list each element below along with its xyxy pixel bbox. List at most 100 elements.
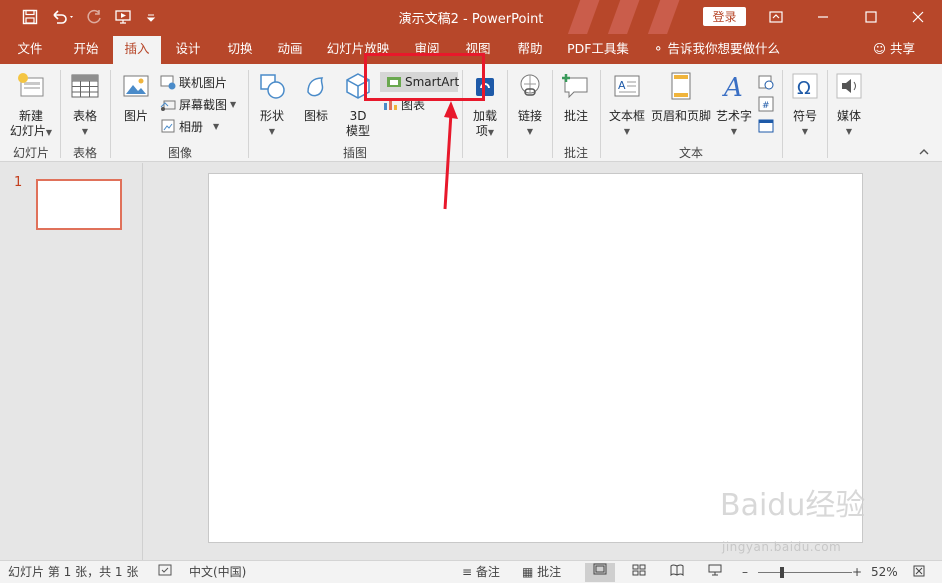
svg-text:A: A: [722, 73, 743, 102]
textbox-icon: A: [614, 75, 640, 97]
photo-album-button[interactable]: 相册 ▼: [160, 116, 219, 136]
3d-models-label-1: 3D: [349, 109, 367, 123]
zoom-out-icon[interactable]: –: [742, 564, 748, 581]
omega-icon: Ω: [792, 73, 818, 99]
tell-me-box[interactable]: ⚬ 告诉我你想要做什么: [653, 34, 780, 64]
tab-animations[interactable]: 动画: [268, 34, 312, 64]
picture-button[interactable]: 图片: [116, 70, 156, 124]
new-slide-button[interactable]: 新建 幻灯片▼: [6, 70, 56, 140]
separator: [248, 70, 249, 158]
wordart-button[interactable]: A 艺术字 ▼: [714, 70, 754, 139]
new-slide-label-2: 幻灯片: [9, 124, 46, 138]
maximize-icon[interactable]: [851, 0, 891, 34]
icons-label: 图标: [303, 109, 328, 123]
person-icon: ☺: [873, 41, 887, 56]
separator: [552, 70, 553, 158]
slide-number-button[interactable]: #: [758, 94, 777, 114]
save-icon[interactable]: [18, 6, 42, 28]
tab-pdf-tools[interactable]: PDF工具集: [562, 34, 634, 64]
date-time-button[interactable]: [758, 72, 777, 92]
normal-view-icon[interactable]: [585, 563, 615, 582]
fit-to-window-icon[interactable]: [912, 564, 926, 581]
zoom-percentage[interactable]: 52%: [871, 564, 898, 581]
online-picture-button[interactable]: 联机图片: [160, 72, 227, 92]
shapes-button[interactable]: 形状 ▼: [252, 70, 292, 139]
tab-transitions[interactable]: 切换: [218, 34, 262, 64]
table-label: 表格: [72, 109, 97, 123]
media-label: 媒体: [836, 109, 861, 123]
zoom-in-icon[interactable]: +: [852, 564, 862, 581]
svg-text:Ω: Ω: [797, 78, 811, 99]
group-label-tables: 表格: [72, 146, 97, 160]
symbol-label: 符号: [792, 109, 817, 123]
screenshot-button[interactable]: 屏幕截图 ▼: [160, 94, 236, 114]
zoom-slider[interactable]: [758, 564, 852, 581]
tab-insert[interactable]: 插入: [113, 36, 161, 64]
group-label-comments: 批注: [563, 146, 588, 160]
chevron-down-icon: ▼: [230, 99, 237, 109]
photo-album-label: 相册: [179, 119, 204, 134]
object-icon: [758, 119, 774, 133]
zoom-slider-thumb[interactable]: [780, 567, 785, 578]
object-button[interactable]: [758, 116, 777, 136]
share-button[interactable]: ☺ 共享: [873, 34, 915, 64]
start-from-beginning-icon[interactable]: [112, 6, 136, 28]
table-button[interactable]: 表格 ▼: [64, 70, 106, 139]
tab-file[interactable]: 文件: [8, 34, 52, 64]
picture-label: 图片: [123, 109, 148, 123]
chevron-down-icon: ▼: [45, 128, 53, 137]
icons-button[interactable]: 图标: [296, 70, 336, 124]
customize-qat-icon[interactable]: [143, 6, 159, 28]
login-button[interactable]: 登录: [703, 7, 746, 26]
wordart-label: 艺术字: [715, 109, 752, 123]
accessibility-icon[interactable]: [158, 564, 172, 581]
tell-me-label: 告诉我你想要做什么: [667, 41, 780, 56]
chevron-down-icon: ▼: [526, 127, 534, 136]
language-status[interactable]: 中文(中国): [189, 564, 246, 581]
link-label: 链接: [517, 109, 542, 123]
header-footer-label: 页眉和页脚: [650, 109, 711, 123]
undo-icon[interactable]: [48, 6, 78, 28]
chevron-down-icon: ▼: [213, 121, 220, 131]
close-icon[interactable]: [898, 0, 938, 34]
collapse-ribbon-icon[interactable]: [918, 146, 930, 160]
slide-thumbnail[interactable]: [36, 179, 122, 230]
comments-button[interactable]: ▦ 批注: [522, 564, 561, 581]
slideshow-icon[interactable]: [708, 564, 722, 581]
reading-view-icon[interactable]: [670, 564, 684, 581]
ribbon-display-options-icon[interactable]: [756, 0, 796, 34]
online-picture-label: 联机图片: [179, 75, 228, 90]
group-label-images: 图像: [167, 146, 192, 160]
link-button[interactable]: 链接 ▼: [511, 70, 549, 139]
symbol-button[interactable]: Ω 符号 ▼: [786, 70, 824, 139]
vertical-scrollbar[interactable]: [921, 163, 942, 560]
slide-sorter-icon[interactable]: [632, 564, 646, 581]
online-picture-icon: [160, 75, 176, 90]
slide-thumbnail-pane: 1: [0, 163, 143, 560]
table-icon: [71, 74, 99, 98]
redo-icon[interactable]: [84, 6, 106, 28]
minimize-icon[interactable]: [803, 0, 843, 34]
separator: [827, 70, 828, 158]
chevron-down-icon: ▼: [623, 127, 631, 136]
comment-status-icon: ▦: [522, 565, 534, 579]
document-title: 演示文稿2 - PowerPoint: [398, 12, 544, 27]
tab-help[interactable]: 帮助: [508, 34, 552, 64]
slide-count-status[interactable]: 幻灯片 第 1 张，共 1 张: [8, 564, 138, 581]
new-slide-icon: [18, 73, 44, 97]
header-footer-button[interactable]: 页眉和页脚: [650, 70, 712, 124]
tab-home[interactable]: 开始: [62, 34, 110, 64]
notes-button[interactable]: ≡ 备注: [462, 564, 500, 581]
textbox-button[interactable]: A 文本框 ▼: [604, 70, 650, 139]
chevron-down-icon: ▼: [845, 127, 853, 136]
baidu-watermark: Baidu经验: [720, 488, 866, 523]
comment-button[interactable]: 批注: [556, 70, 596, 124]
share-label: 共享: [890, 41, 916, 56]
tab-design[interactable]: 设计: [166, 34, 210, 64]
media-button[interactable]: 媒体 ▼: [831, 70, 867, 139]
addins-label-1: 加载: [472, 109, 497, 123]
smartart-highlight-box: [364, 53, 485, 101]
separator: [782, 70, 783, 158]
addins-label-2: 项: [475, 124, 488, 138]
wordart-icon: A: [722, 73, 743, 103]
